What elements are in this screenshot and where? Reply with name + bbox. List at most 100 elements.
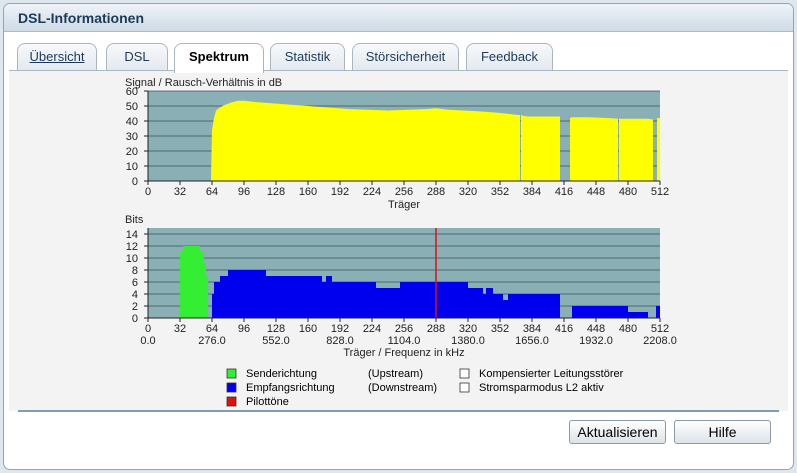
c2-xtick-label: 224 [363,323,381,335]
legend-label-upstream: Senderichtung [246,368,317,380]
chart-legend: Senderichtung (Upstream) Empfangsrichtun… [226,368,624,408]
tab-stoersicherheit[interactable]: Störsicherheit [352,43,459,71]
c2-freq-tick-label: 1104.0 [388,335,421,347]
c2-xtick-label: 128 [267,323,285,335]
c2-series-bar [400,282,412,318]
bits-chart-xlabel: Träger / Frequenz in kHz [343,347,464,359]
c1-xtick-label: 480 [619,186,637,198]
c2-freq-tick-label: 828.0 [326,335,354,347]
tab-dsl[interactable]: DSL [106,43,168,71]
c2-xtick-label: 320 [459,323,477,335]
title-bar: DSL-Informationen [4,4,793,32]
c1-ytick-label: 30 [126,131,138,143]
c1-ytick-label: 0 [132,176,138,188]
c1-xtick-label: 96 [238,186,250,198]
c2-ytick-label: 12 [126,241,138,253]
c2-xtick-label: 480 [619,323,637,335]
c1-xtick-label: 352 [491,186,509,198]
c2-xtick-label: 32 [174,323,186,335]
snr-chart-ylabel: Signal / Rausch-Verhältnis in dB [125,77,282,89]
c2-series-bar [200,252,204,318]
legend-swatch-upstream [226,368,237,379]
c1-xtick-label: 288 [427,186,445,198]
c1-xtick-label: 256 [395,186,413,198]
help-button[interactable]: Hilfe [674,420,771,444]
footer-divider [18,410,779,412]
tab-spektrum[interactable]: Spektrum [174,43,264,73]
c1-xtick-label: 192 [331,186,349,198]
c1-xtick-label: 160 [299,186,317,198]
c2-series-bar [508,294,518,318]
bits-chart: Bits 02468101214 0 32 64 96 128 160 192 224 256 28… [125,214,677,359]
snr-chart: Signal / Rausch-Verhältnis in dB 0 10 20 30… [125,77,669,211]
c2-xtick-label: 512 [651,323,669,335]
c2-xtick-label: 352 [491,323,509,335]
legend-direction-upstream: (Upstream) [368,368,423,380]
c1-ytick-label: 60 [126,86,138,98]
tab-statistik[interactable]: Statistik [270,43,345,71]
c2-series-bar [214,282,220,318]
c2-series-bar [212,294,214,318]
tab-bar: Übersicht DSL Spektrum Statistik Störsic… [17,43,783,73]
c2-series-bar [493,294,503,318]
c2-series-bar [206,276,208,318]
c2-ytick-label: 0 [132,313,138,325]
legend-direction-downstream: (Downstream) [368,382,437,394]
c1-xtick-label: 416 [555,186,573,198]
tab-feedback[interactable]: Feedback [466,43,553,71]
c2-series-bar [180,252,183,318]
c1-xtick-label: 320 [459,186,477,198]
c1-series-segment [619,118,653,181]
refresh-button[interactable]: Aktualisieren [569,420,666,444]
c2-freq-tick-label: 2208.0 [643,335,677,347]
legend-label-pilot: Pilottöne [246,396,289,408]
tab-uebersicht[interactable]: Übersicht [17,43,97,71]
c2-series-bar [188,246,200,318]
c1-series-segment [570,117,618,181]
spectrum-charts: Signal / Rausch-Verhältnis in dB 0102030… [125,77,677,408]
c2-series-bar [332,282,376,318]
c1-series-segment [657,118,660,181]
legend-swatch-compensated [459,368,470,379]
c2-series-bar [183,246,188,318]
legend-swatch-pilot [226,396,237,407]
c2-series-bar [468,288,474,318]
c2-freq-tick-label: 1932.0 [579,335,613,347]
c2-xtick-label: 96 [238,323,250,335]
c2-series-bar [266,276,322,318]
c2-series-bar [656,306,660,318]
c1-ytick-label: 20 [126,146,138,158]
c2-series-bar [326,276,332,318]
c1-xtick-label: 224 [363,186,381,198]
c2-series-bar [503,300,508,318]
c2-series-bar [204,264,206,318]
c2-ytick-label: 8 [132,265,138,277]
legend-label-compensated: Kompensierter Leitungsstörer [479,368,624,380]
legend-swatch-l2 [459,382,470,393]
c2-ytick-label: 10 [126,253,138,265]
c2-freq-tick-label: 276.0 [198,335,226,347]
c2-series-bar [518,294,536,318]
c1-series-segment [211,100,520,181]
c2-series-bar [628,312,648,318]
c2-xtick-label: 192 [331,323,349,335]
dsl-info-window: DSL-Informationen Übersicht DSL Spektrum… [3,3,794,470]
legend-label-downstream: Empfangsrichtung [246,382,335,394]
c2-series-bar [483,294,486,318]
c2-series-bar [412,282,458,318]
c2-xtick-label: 256 [395,323,413,335]
c2-xtick-label: 160 [299,323,317,335]
window-title: DSL-Informationen [18,10,144,26]
c1-series-segment [521,115,560,181]
c2-series-bar [228,270,244,318]
c1-xtick-label: 128 [267,186,285,198]
c2-series-bar [458,282,468,318]
c2-series-bar [580,306,596,318]
c2-series-bar [486,288,493,318]
c2-xtick-label: 416 [555,323,573,335]
c2-series-bar [376,288,400,318]
spectrum-panel: Signal / Rausch-Verhältnis in dB 0 10 20 30… [9,71,788,411]
c2-ytick-label: 2 [132,301,138,313]
c2-series-bar [244,270,266,318]
c1-xtick-label: 384 [523,186,541,198]
